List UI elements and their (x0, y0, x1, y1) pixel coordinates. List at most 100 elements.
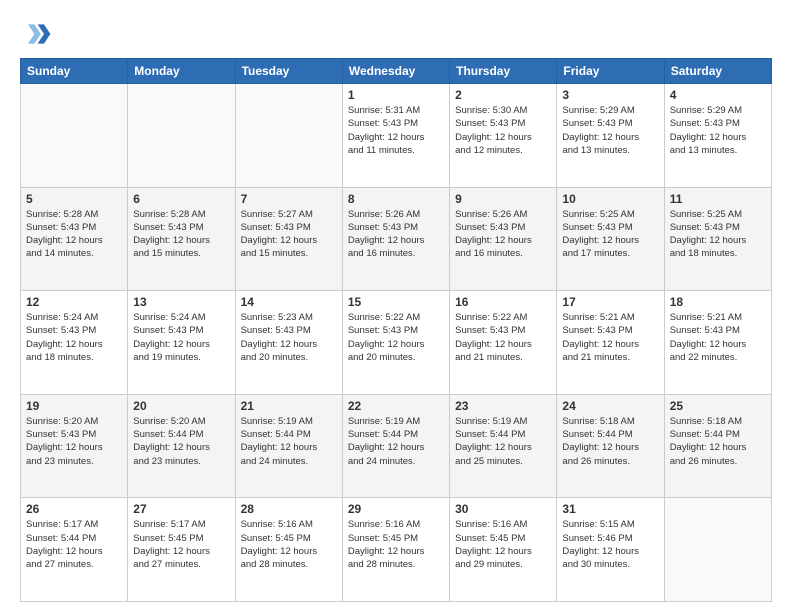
day-info: Sunrise: 5:17 AM Sunset: 5:44 PM Dayligh… (26, 518, 122, 571)
day-number: 10 (562, 192, 658, 206)
calendar-cell: 6Sunrise: 5:28 AM Sunset: 5:43 PM Daylig… (128, 187, 235, 291)
day-number: 8 (348, 192, 444, 206)
calendar-cell: 22Sunrise: 5:19 AM Sunset: 5:44 PM Dayli… (342, 394, 449, 498)
day-number: 13 (133, 295, 229, 309)
day-info: Sunrise: 5:16 AM Sunset: 5:45 PM Dayligh… (241, 518, 337, 571)
day-number: 2 (455, 88, 551, 102)
logo-icon (20, 18, 52, 50)
day-number: 16 (455, 295, 551, 309)
calendar-cell: 10Sunrise: 5:25 AM Sunset: 5:43 PM Dayli… (557, 187, 664, 291)
calendar-cell: 29 Sunrise: 5:16 AM Sunset: 5:45 PM Dayli… (342, 498, 449, 602)
day-info: Sunrise: 5:21 AM Sunset: 5:43 PM Dayligh… (562, 311, 658, 364)
day-info: Sunrise: 5:16 AM Sunset: 5:45 PM Dayligh… (348, 518, 444, 571)
day-info: Sunrise: 5:21 AM Sunset: 5:43 PM Dayligh… (670, 311, 766, 364)
calendar-cell: 30 Sunrise: 5:16 AM Sunset: 5:45 PM Dayli… (450, 498, 557, 602)
calendar-cell: 25 Sunrise: 5:18 AM Sunset: 5:44 PM Dayli… (664, 394, 771, 498)
day-info: Sunrise: 5:29 AM Sunset: 5:43 PM Dayligh… (562, 104, 658, 157)
day-header-saturday: Saturday (664, 59, 771, 84)
day-number: 15 (348, 295, 444, 309)
day-number: 12 (26, 295, 122, 309)
day-number: 1 (348, 88, 444, 102)
calendar-cell: 7 Sunrise: 5:27 AM Sunset: 5:43 PM Daylig… (235, 187, 342, 291)
calendar-cell: 2 Sunrise: 5:30 AM Sunset: 5:43 PM Daylig… (450, 84, 557, 188)
calendar-header-row: SundayMondayTuesdayWednesdayThursdayFrid… (21, 59, 772, 84)
day-number: 4 (670, 88, 766, 102)
day-header-monday: Monday (128, 59, 235, 84)
calendar-week-2: 5 Sunrise: 5:28 AM Sunset: 5:43 PM Daylig… (21, 187, 772, 291)
calendar-cell: 17 Sunrise: 5:21 AM Sunset: 5:43 PM Dayli… (557, 291, 664, 395)
calendar-cell: 19 Sunrise: 5:20 AM Sunset: 5:43 PM Dayli… (21, 394, 128, 498)
calendar-cell (235, 84, 342, 188)
calendar-cell (21, 84, 128, 188)
page: SundayMondayTuesdayWednesdayThursdayFrid… (0, 0, 792, 612)
calendar-cell: 8Sunrise: 5:26 AM Sunset: 5:43 PM Daylig… (342, 187, 449, 291)
day-header-wednesday: Wednesday (342, 59, 449, 84)
day-number: 31 (562, 502, 658, 516)
day-info: Sunrise: 5:30 AM Sunset: 5:43 PM Dayligh… (455, 104, 551, 157)
day-info: Sunrise: 5:27 AM Sunset: 5:43 PM Dayligh… (241, 208, 337, 261)
day-info: Sunrise: 5:22 AM Sunset: 5:43 PM Dayligh… (455, 311, 551, 364)
day-number: 25 (670, 399, 766, 413)
day-info: Sunrise: 5:16 AM Sunset: 5:45 PM Dayligh… (455, 518, 551, 571)
calendar-cell: 20 Sunrise: 5:20 AM Sunset: 5:44 PM Dayli… (128, 394, 235, 498)
calendar-cell: 16 Sunrise: 5:22 AM Sunset: 5:43 PM Dayli… (450, 291, 557, 395)
day-number: 17 (562, 295, 658, 309)
day-header-friday: Friday (557, 59, 664, 84)
day-info: Sunrise: 5:24 AM Sunset: 5:43 PM Dayligh… (133, 311, 229, 364)
day-header-sunday: Sunday (21, 59, 128, 84)
calendar-cell (128, 84, 235, 188)
calendar-cell (664, 498, 771, 602)
day-number: 5 (26, 192, 122, 206)
calendar-cell: 15Sunrise: 5:22 AM Sunset: 5:43 PM Dayli… (342, 291, 449, 395)
calendar-cell: 12 Sunrise: 5:24 AM Sunset: 5:43 PM Dayli… (21, 291, 128, 395)
day-number: 7 (241, 192, 337, 206)
calendar-cell: 27 Sunrise: 5:17 AM Sunset: 5:45 PM Dayli… (128, 498, 235, 602)
day-number: 29 (348, 502, 444, 516)
day-info: Sunrise: 5:18 AM Sunset: 5:44 PM Dayligh… (670, 415, 766, 468)
calendar-cell: 3 Sunrise: 5:29 AM Sunset: 5:43 PM Daylig… (557, 84, 664, 188)
calendar-week-3: 12 Sunrise: 5:24 AM Sunset: 5:43 PM Dayli… (21, 291, 772, 395)
day-number: 3 (562, 88, 658, 102)
calendar-week-1: 1 Sunrise: 5:31 AM Sunset: 5:43 PM Daylig… (21, 84, 772, 188)
logo (20, 18, 56, 50)
day-number: 27 (133, 502, 229, 516)
day-number: 20 (133, 399, 229, 413)
day-info: Sunrise: 5:20 AM Sunset: 5:44 PM Dayligh… (133, 415, 229, 468)
day-number: 14 (241, 295, 337, 309)
calendar-cell: 23 Sunrise: 5:19 AM Sunset: 5:44 PM Dayli… (450, 394, 557, 498)
calendar-cell: 18 Sunrise: 5:21 AM Sunset: 5:43 PM Dayli… (664, 291, 771, 395)
day-number: 21 (241, 399, 337, 413)
day-info: Sunrise: 5:28 AM Sunset: 5:43 PM Dayligh… (133, 208, 229, 261)
day-info: Sunrise: 5:29 AM Sunset: 5:43 PM Dayligh… (670, 104, 766, 157)
day-number: 11 (670, 192, 766, 206)
day-number: 19 (26, 399, 122, 413)
day-number: 26 (26, 502, 122, 516)
day-info: Sunrise: 5:15 AM Sunset: 5:46 PM Dayligh… (562, 518, 658, 571)
day-info: Sunrise: 5:24 AM Sunset: 5:43 PM Dayligh… (26, 311, 122, 364)
calendar-cell: 4 Sunrise: 5:29 AM Sunset: 5:43 PM Daylig… (664, 84, 771, 188)
header (20, 18, 772, 50)
day-info: Sunrise: 5:18 AM Sunset: 5:44 PM Dayligh… (562, 415, 658, 468)
day-number: 24 (562, 399, 658, 413)
day-info: Sunrise: 5:25 AM Sunset: 5:43 PM Dayligh… (670, 208, 766, 261)
calendar-cell: 28 Sunrise: 5:16 AM Sunset: 5:45 PM Dayli… (235, 498, 342, 602)
day-info: Sunrise: 5:31 AM Sunset: 5:43 PM Dayligh… (348, 104, 444, 157)
day-info: Sunrise: 5:20 AM Sunset: 5:43 PM Dayligh… (26, 415, 122, 468)
calendar-cell: 11 Sunrise: 5:25 AM Sunset: 5:43 PM Dayli… (664, 187, 771, 291)
calendar-cell: 1 Sunrise: 5:31 AM Sunset: 5:43 PM Daylig… (342, 84, 449, 188)
day-info: Sunrise: 5:28 AM Sunset: 5:43 PM Dayligh… (26, 208, 122, 261)
day-header-thursday: Thursday (450, 59, 557, 84)
day-info: Sunrise: 5:19 AM Sunset: 5:44 PM Dayligh… (241, 415, 337, 468)
day-info: Sunrise: 5:23 AM Sunset: 5:43 PM Dayligh… (241, 311, 337, 364)
day-info: Sunrise: 5:26 AM Sunset: 5:43 PM Dayligh… (455, 208, 551, 261)
day-info: Sunrise: 5:17 AM Sunset: 5:45 PM Dayligh… (133, 518, 229, 571)
calendar-cell: 13 Sunrise: 5:24 AM Sunset: 5:43 PM Dayli… (128, 291, 235, 395)
day-number: 18 (670, 295, 766, 309)
day-number: 23 (455, 399, 551, 413)
day-number: 30 (455, 502, 551, 516)
day-number: 28 (241, 502, 337, 516)
calendar-cell: 5 Sunrise: 5:28 AM Sunset: 5:43 PM Daylig… (21, 187, 128, 291)
day-number: 22 (348, 399, 444, 413)
calendar-cell: 24 Sunrise: 5:18 AM Sunset: 5:44 PM Dayli… (557, 394, 664, 498)
day-info: Sunrise: 5:19 AM Sunset: 5:44 PM Dayligh… (455, 415, 551, 468)
